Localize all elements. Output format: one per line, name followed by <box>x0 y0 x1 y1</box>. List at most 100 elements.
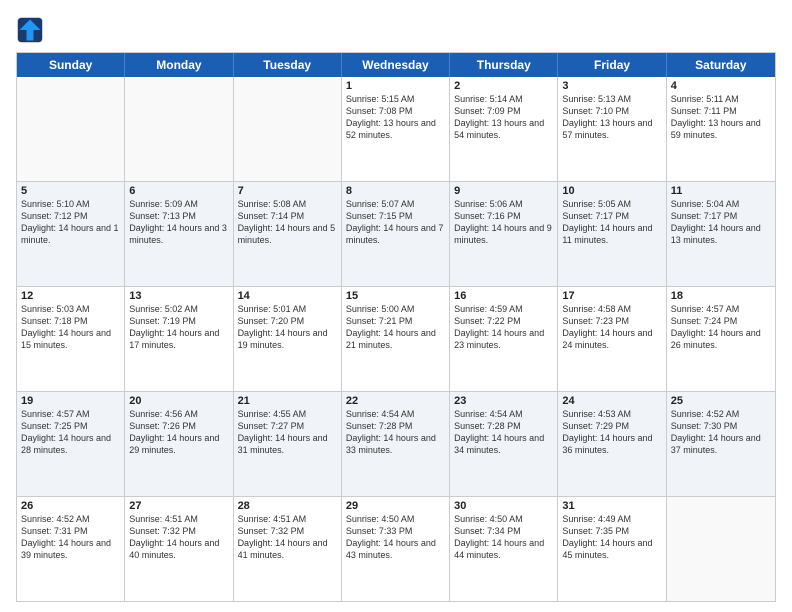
cell-sun-info: Sunrise: 4:50 AM Sunset: 7:33 PM Dayligh… <box>346 513 445 562</box>
calendar-row-4: 26Sunrise: 4:52 AM Sunset: 7:31 PM Dayli… <box>17 496 775 601</box>
calendar-cell-17: 17Sunrise: 4:58 AM Sunset: 7:23 PM Dayli… <box>558 287 666 391</box>
cell-sun-info: Sunrise: 4:52 AM Sunset: 7:31 PM Dayligh… <box>21 513 120 562</box>
cell-date-number: 22 <box>346 395 445 407</box>
logo-icon <box>16 16 44 44</box>
calendar-cell-25: 25Sunrise: 4:52 AM Sunset: 7:30 PM Dayli… <box>667 392 775 496</box>
cell-date-number: 31 <box>562 500 661 512</box>
calendar-cell-7: 7Sunrise: 5:08 AM Sunset: 7:14 PM Daylig… <box>234 182 342 286</box>
cell-sun-info: Sunrise: 5:04 AM Sunset: 7:17 PM Dayligh… <box>671 198 771 247</box>
cell-date-number: 10 <box>562 185 661 197</box>
cell-date-number: 25 <box>671 395 771 407</box>
calendar-cell-26: 26Sunrise: 4:52 AM Sunset: 7:31 PM Dayli… <box>17 497 125 601</box>
weekday-header-monday: Monday <box>125 53 233 77</box>
calendar-cell-empty-2 <box>234 77 342 181</box>
calendar-cell-16: 16Sunrise: 4:59 AM Sunset: 7:22 PM Dayli… <box>450 287 558 391</box>
calendar: SundayMondayTuesdayWednesdayThursdayFrid… <box>16 52 776 602</box>
cell-date-number: 6 <box>129 185 228 197</box>
cell-date-number: 21 <box>238 395 337 407</box>
cell-sun-info: Sunrise: 4:59 AM Sunset: 7:22 PM Dayligh… <box>454 303 553 352</box>
calendar-cell-24: 24Sunrise: 4:53 AM Sunset: 7:29 PM Dayli… <box>558 392 666 496</box>
cell-date-number: 15 <box>346 290 445 302</box>
calendar-cell-6: 6Sunrise: 5:09 AM Sunset: 7:13 PM Daylig… <box>125 182 233 286</box>
cell-date-number: 28 <box>238 500 337 512</box>
calendar-cell-20: 20Sunrise: 4:56 AM Sunset: 7:26 PM Dayli… <box>125 392 233 496</box>
calendar-cell-empty-6 <box>667 497 775 601</box>
calendar-cell-empty-1 <box>125 77 233 181</box>
cell-sun-info: Sunrise: 5:00 AM Sunset: 7:21 PM Dayligh… <box>346 303 445 352</box>
weekday-header-tuesday: Tuesday <box>234 53 342 77</box>
weekday-header-thursday: Thursday <box>450 53 558 77</box>
calendar-cell-3: 3Sunrise: 5:13 AM Sunset: 7:10 PM Daylig… <box>558 77 666 181</box>
cell-sun-info: Sunrise: 5:03 AM Sunset: 7:18 PM Dayligh… <box>21 303 120 352</box>
cell-sun-info: Sunrise: 4:50 AM Sunset: 7:34 PM Dayligh… <box>454 513 553 562</box>
cell-sun-info: Sunrise: 4:49 AM Sunset: 7:35 PM Dayligh… <box>562 513 661 562</box>
cell-sun-info: Sunrise: 4:53 AM Sunset: 7:29 PM Dayligh… <box>562 408 661 457</box>
calendar-cell-19: 19Sunrise: 4:57 AM Sunset: 7:25 PM Dayli… <box>17 392 125 496</box>
calendar-cell-2: 2Sunrise: 5:14 AM Sunset: 7:09 PM Daylig… <box>450 77 558 181</box>
calendar-row-1: 5Sunrise: 5:10 AM Sunset: 7:12 PM Daylig… <box>17 181 775 286</box>
cell-sun-info: Sunrise: 5:10 AM Sunset: 7:12 PM Dayligh… <box>21 198 120 247</box>
weekday-header-wednesday: Wednesday <box>342 53 450 77</box>
page-header <box>16 16 776 44</box>
calendar-page: SundayMondayTuesdayWednesdayThursdayFrid… <box>0 0 792 612</box>
calendar-cell-empty-0 <box>17 77 125 181</box>
calendar-cell-1: 1Sunrise: 5:15 AM Sunset: 7:08 PM Daylig… <box>342 77 450 181</box>
cell-date-number: 2 <box>454 80 553 92</box>
cell-sun-info: Sunrise: 5:08 AM Sunset: 7:14 PM Dayligh… <box>238 198 337 247</box>
cell-date-number: 13 <box>129 290 228 302</box>
calendar-cell-14: 14Sunrise: 5:01 AM Sunset: 7:20 PM Dayli… <box>234 287 342 391</box>
cell-date-number: 29 <box>346 500 445 512</box>
cell-sun-info: Sunrise: 5:11 AM Sunset: 7:11 PM Dayligh… <box>671 93 771 142</box>
cell-date-number: 30 <box>454 500 553 512</box>
calendar-row-2: 12Sunrise: 5:03 AM Sunset: 7:18 PM Dayli… <box>17 286 775 391</box>
cell-sun-info: Sunrise: 5:06 AM Sunset: 7:16 PM Dayligh… <box>454 198 553 247</box>
calendar-cell-15: 15Sunrise: 5:00 AM Sunset: 7:21 PM Dayli… <box>342 287 450 391</box>
cell-date-number: 12 <box>21 290 120 302</box>
calendar-cell-30: 30Sunrise: 4:50 AM Sunset: 7:34 PM Dayli… <box>450 497 558 601</box>
cell-sun-info: Sunrise: 5:02 AM Sunset: 7:19 PM Dayligh… <box>129 303 228 352</box>
calendar-cell-27: 27Sunrise: 4:51 AM Sunset: 7:32 PM Dayli… <box>125 497 233 601</box>
cell-date-number: 17 <box>562 290 661 302</box>
cell-date-number: 18 <box>671 290 771 302</box>
cell-date-number: 1 <box>346 80 445 92</box>
calendar-cell-9: 9Sunrise: 5:06 AM Sunset: 7:16 PM Daylig… <box>450 182 558 286</box>
weekday-header-friday: Friday <box>558 53 666 77</box>
calendar-cell-31: 31Sunrise: 4:49 AM Sunset: 7:35 PM Dayli… <box>558 497 666 601</box>
calendar-cell-13: 13Sunrise: 5:02 AM Sunset: 7:19 PM Dayli… <box>125 287 233 391</box>
cell-sun-info: Sunrise: 5:07 AM Sunset: 7:15 PM Dayligh… <box>346 198 445 247</box>
cell-date-number: 27 <box>129 500 228 512</box>
cell-sun-info: Sunrise: 5:09 AM Sunset: 7:13 PM Dayligh… <box>129 198 228 247</box>
calendar-cell-5: 5Sunrise: 5:10 AM Sunset: 7:12 PM Daylig… <box>17 182 125 286</box>
cell-date-number: 4 <box>671 80 771 92</box>
calendar-header: SundayMondayTuesdayWednesdayThursdayFrid… <box>17 53 775 77</box>
cell-sun-info: Sunrise: 4:57 AM Sunset: 7:25 PM Dayligh… <box>21 408 120 457</box>
calendar-cell-28: 28Sunrise: 4:51 AM Sunset: 7:32 PM Dayli… <box>234 497 342 601</box>
calendar-row-3: 19Sunrise: 4:57 AM Sunset: 7:25 PM Dayli… <box>17 391 775 496</box>
cell-date-number: 20 <box>129 395 228 407</box>
calendar-row-0: 1Sunrise: 5:15 AM Sunset: 7:08 PM Daylig… <box>17 77 775 181</box>
calendar-cell-10: 10Sunrise: 5:05 AM Sunset: 7:17 PM Dayli… <box>558 182 666 286</box>
cell-sun-info: Sunrise: 4:54 AM Sunset: 7:28 PM Dayligh… <box>346 408 445 457</box>
calendar-cell-21: 21Sunrise: 4:55 AM Sunset: 7:27 PM Dayli… <box>234 392 342 496</box>
cell-sun-info: Sunrise: 5:13 AM Sunset: 7:10 PM Dayligh… <box>562 93 661 142</box>
cell-sun-info: Sunrise: 5:14 AM Sunset: 7:09 PM Dayligh… <box>454 93 553 142</box>
cell-date-number: 23 <box>454 395 553 407</box>
calendar-cell-12: 12Sunrise: 5:03 AM Sunset: 7:18 PM Dayli… <box>17 287 125 391</box>
cell-sun-info: Sunrise: 4:56 AM Sunset: 7:26 PM Dayligh… <box>129 408 228 457</box>
cell-sun-info: Sunrise: 5:05 AM Sunset: 7:17 PM Dayligh… <box>562 198 661 247</box>
cell-sun-info: Sunrise: 4:55 AM Sunset: 7:27 PM Dayligh… <box>238 408 337 457</box>
cell-date-number: 5 <box>21 185 120 197</box>
cell-date-number: 19 <box>21 395 120 407</box>
cell-date-number: 14 <box>238 290 337 302</box>
cell-sun-info: Sunrise: 5:15 AM Sunset: 7:08 PM Dayligh… <box>346 93 445 142</box>
cell-date-number: 16 <box>454 290 553 302</box>
weekday-header-sunday: Sunday <box>17 53 125 77</box>
cell-date-number: 7 <box>238 185 337 197</box>
cell-date-number: 24 <box>562 395 661 407</box>
calendar-cell-23: 23Sunrise: 4:54 AM Sunset: 7:28 PM Dayli… <box>450 392 558 496</box>
cell-sun-info: Sunrise: 4:58 AM Sunset: 7:23 PM Dayligh… <box>562 303 661 352</box>
cell-date-number: 26 <box>21 500 120 512</box>
cell-date-number: 11 <box>671 185 771 197</box>
calendar-body: 1Sunrise: 5:15 AM Sunset: 7:08 PM Daylig… <box>17 77 775 601</box>
cell-sun-info: Sunrise: 4:54 AM Sunset: 7:28 PM Dayligh… <box>454 408 553 457</box>
